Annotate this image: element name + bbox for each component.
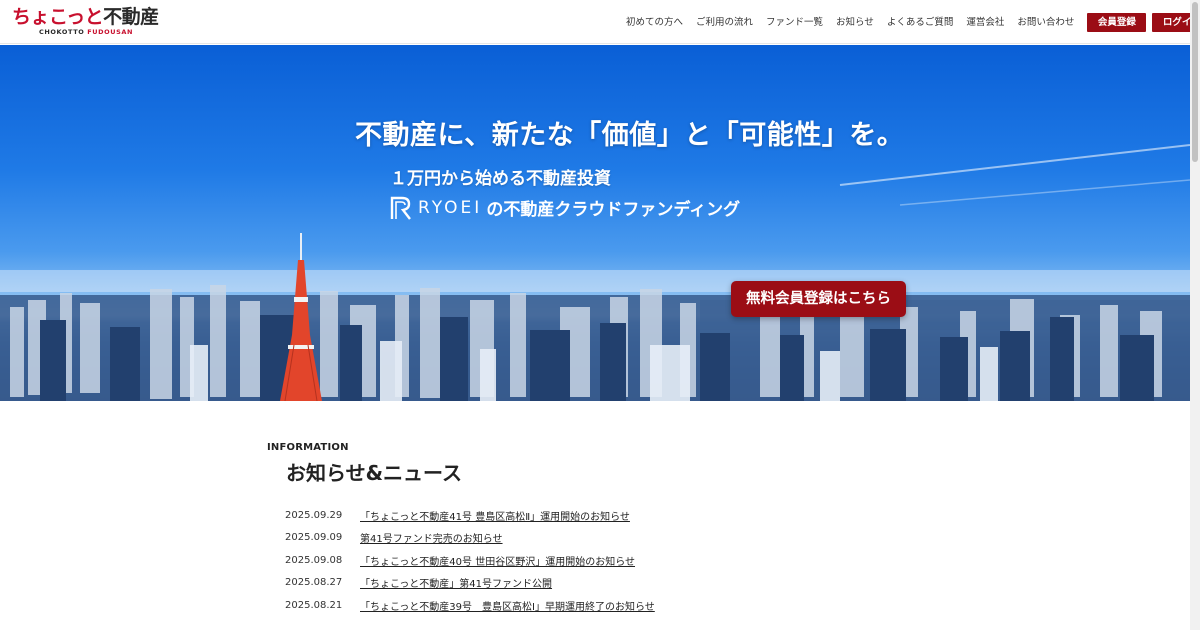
hero-subtitle: １万円から始める不動産投資: [390, 169, 611, 189]
nav-beginners[interactable]: 初めての方へ: [626, 14, 683, 32]
news-link[interactable]: 「ちょこっと不動産」第41号ファンド公開: [360, 575, 552, 590]
city-skyline-illustration: [0, 144, 1190, 401]
nav-contact[interactable]: お問い合わせ: [1017, 14, 1074, 32]
nav-news[interactable]: お知らせ: [836, 14, 874, 32]
news-item: 2025.09.08 「ちょこっと不動産40号 世田谷区野沢」運用開始のお知らせ: [285, 549, 655, 572]
site-header: ちょこっと不動産 CHOKOTTO FUDOUSAN 初めての方へ ご利用の流れ…: [0, 0, 1200, 44]
nav-faq[interactable]: よくあるご質問: [887, 14, 954, 32]
page-scrollbar[interactable]: [1190, 0, 1200, 630]
register-button[interactable]: 会員登録: [1087, 13, 1147, 32]
news-date: 2025.09.09: [285, 532, 343, 544]
news-item: 2025.09.09 第41号ファンド完売のお知らせ: [285, 527, 655, 550]
news-link[interactable]: 第41号ファンド完売のお知らせ: [360, 530, 503, 545]
hero-banner: 不動産に、新たな「価値」と「可能性」を。 １万円から始める不動産投資 RYOEI…: [0, 45, 1190, 401]
news-item: 2025.08.27 「ちょこっと不動産」第41号ファンド公開: [285, 572, 655, 595]
news-item: 2025.09.29 「ちょこっと不動産41号 豊島区高松Ⅱ」運用開始のお知らせ: [285, 504, 655, 527]
news-heading: お知らせ&ニュース: [286, 461, 463, 485]
news-date: 2025.08.27: [285, 577, 343, 589]
nav-company[interactable]: 運営会社: [966, 14, 1004, 32]
news-link[interactable]: 「ちょこっと不動産41号 豊島区高松Ⅱ」運用開始のお知らせ: [360, 508, 630, 523]
news-item: 2025.08.21 「ちょこっと不動産39号 豊島区高松Ⅰ」早期運用終了のお知…: [285, 594, 655, 617]
hero-brand-line: RYOEI の不動産クラウドファンディング: [390, 195, 740, 220]
global-nav: 初めての方へ ご利用の流れ ファンド一覧 お知らせ よくあるご質問 運営会社 お…: [626, 13, 1200, 32]
site-logo[interactable]: ちょこっと不動産 CHOKOTTO FUDOUSAN: [12, 7, 159, 36]
brand-tagline: の不動産クラウドファンディング: [486, 200, 741, 220]
news-date: 2025.09.08: [285, 554, 343, 566]
logo-wordmark: ちょこっと不動産: [12, 7, 159, 27]
nav-fund-list[interactable]: ファンド一覧: [766, 14, 823, 32]
news-link[interactable]: 「ちょこっと不動産39号 豊島区高松Ⅰ」早期運用終了のお知らせ: [360, 598, 655, 613]
free-signup-button[interactable]: 無料会員登録はこちら: [731, 281, 906, 317]
news-date: 2025.08.21: [285, 599, 343, 611]
news-date: 2025.09.29: [285, 509, 343, 521]
brand-name: RYOEI: [418, 197, 483, 218]
news-link[interactable]: 「ちょこっと不動産40号 世田谷区野沢」運用開始のお知らせ: [360, 553, 635, 568]
logo-wordmark-red: ちょこっと: [12, 6, 104, 28]
scrollbar-thumb[interactable]: [1192, 2, 1198, 162]
logo-romaji-red: FUDOUSAN: [87, 28, 134, 36]
hero-title: 不動産に、新たな「価値」と「可能性」を。: [355, 120, 905, 151]
logo-romaji-dark: CHOKOTTO: [39, 28, 88, 36]
news-list: 2025.09.29 「ちょこっと不動産41号 豊島区高松Ⅱ」運用開始のお知らせ…: [285, 504, 655, 617]
logo-wordmark-dark: 不動産: [103, 6, 159, 28]
news-eyebrow: INFORMATION: [267, 442, 349, 453]
ryoei-logo-icon: [390, 196, 411, 220]
logo-romaji: CHOKOTTO FUDOUSAN: [39, 28, 159, 36]
nav-flow[interactable]: ご利用の流れ: [696, 14, 753, 32]
